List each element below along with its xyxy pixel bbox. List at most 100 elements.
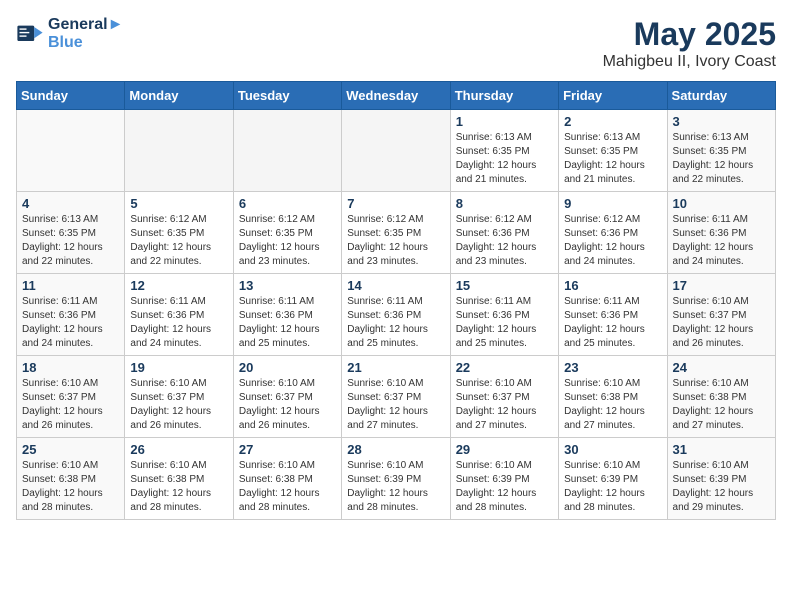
day-number: 14 [347,278,444,293]
day-number: 17 [673,278,770,293]
day-number: 3 [673,114,770,129]
day-number: 30 [564,442,661,457]
calendar-cell: 19 Sunrise: 6:10 AM Sunset: 6:37 PM Dayli… [125,356,233,438]
calendar-cell: 15Sunrise: 6:11 AM Sunset: 6:36 PM Dayli… [450,274,558,356]
weekday-header-row: SundayMondayTuesdayWednesdayThursdayFrid… [17,82,776,110]
weekday-header-thursday: Thursday [450,82,558,110]
day-number: 21 [347,360,444,375]
day-info: Sunrise: 6:10 AM Sunset: 6:39 PM Dayligh… [673,459,770,515]
calendar-cell: 2 Sunrise: 6:13 AM Sunset: 6:35 PM Daylig… [559,110,667,192]
calendar-cell: 17Sunrise: 6:10 AM Sunset: 6:37 PM Dayli… [667,274,775,356]
day-info: Sunrise: 6:12 AM Sunset: 6:36 PM Dayligh… [564,213,661,269]
day-info: Sunrise: 6:10 AM Sunset: 6:37 PM Dayligh… [347,377,444,433]
calendar-cell: 29Sunrise: 6:10 AM Sunset: 6:39 PM Dayli… [450,438,558,520]
day-number: 4 [22,196,119,211]
calendar-cell: 26 Sunrise: 6:10 AM Sunset: 6:38 PM Dayli… [125,438,233,520]
title-section: May 2025 Mahigbeu II, Ivory Coast [603,16,776,71]
day-info: Sunrise: 6:10 AM Sunset: 6:38 PM Dayligh… [130,459,227,515]
calendar-week-row: 25Sunrise: 6:10 AM Sunset: 6:38 PM Dayli… [17,438,776,520]
page-header: General► Blue May 2025 Mahigbeu II, Ivor… [16,16,776,71]
day-info: Sunrise: 6:11 AM Sunset: 6:36 PM Dayligh… [564,295,661,351]
weekday-header-wednesday: Wednesday [342,82,450,110]
day-number: 2 [564,114,661,129]
calendar-cell: 8 Sunrise: 6:12 AM Sunset: 6:36 PM Daylig… [450,192,558,274]
day-info: Sunrise: 6:10 AM Sunset: 6:38 PM Dayligh… [22,459,119,515]
weekday-header-monday: Monday [125,82,233,110]
day-number: 24 [673,360,770,375]
day-info: Sunrise: 6:12 AM Sunset: 6:35 PM Dayligh… [130,213,227,269]
calendar-cell: 31 Sunrise: 6:10 AM Sunset: 6:39 PM Dayli… [667,438,775,520]
day-number: 20 [239,360,336,375]
day-number: 28 [347,442,444,457]
calendar-cell: 22 Sunrise: 6:10 AM Sunset: 6:37 PM Dayli… [450,356,558,438]
calendar-cell [125,110,233,192]
calendar-cell: 10 Sunrise: 6:11 AM Sunset: 6:36 PM Dayli… [667,192,775,274]
day-number: 11 [22,278,119,293]
weekday-header-saturday: Saturday [667,82,775,110]
day-info: Sunrise: 6:10 AM Sunset: 6:37 PM Dayligh… [22,377,119,433]
day-info: Sunrise: 6:11 AM Sunset: 6:36 PM Dayligh… [22,295,119,351]
calendar-cell: 28 Sunrise: 6:10 AM Sunset: 6:39 PM Dayli… [342,438,450,520]
day-info: Sunrise: 6:10 AM Sunset: 6:37 PM Dayligh… [130,377,227,433]
day-number: 6 [239,196,336,211]
calendar-cell: 4 Sunrise: 6:13 AM Sunset: 6:35 PM Daylig… [17,192,125,274]
calendar-cell: 13Sunrise: 6:11 AM Sunset: 6:36 PM Dayli… [233,274,341,356]
day-info: Sunrise: 6:10 AM Sunset: 6:38 PM Dayligh… [239,459,336,515]
calendar-cell: 24Sunrise: 6:10 AM Sunset: 6:38 PM Dayli… [667,356,775,438]
calendar-cell: 3 Sunrise: 6:13 AM Sunset: 6:35 PM Daylig… [667,110,775,192]
calendar-cell: 14 Sunrise: 6:11 AM Sunset: 6:36 PM Dayli… [342,274,450,356]
calendar-cell [17,110,125,192]
calendar-cell [342,110,450,192]
day-info: Sunrise: 6:13 AM Sunset: 6:35 PM Dayligh… [22,213,119,269]
day-info: Sunrise: 6:11 AM Sunset: 6:36 PM Dayligh… [347,295,444,351]
day-number: 27 [239,442,336,457]
calendar-cell: 7 Sunrise: 6:12 AM Sunset: 6:35 PM Daylig… [342,192,450,274]
weekday-header-tuesday: Tuesday [233,82,341,110]
day-number: 31 [673,442,770,457]
day-number: 15 [456,278,553,293]
location-title: Mahigbeu II, Ivory Coast [603,53,776,71]
day-number: 13 [239,278,336,293]
calendar-week-row: 18 Sunrise: 6:10 AM Sunset: 6:37 PM Dayli… [17,356,776,438]
weekday-header-sunday: Sunday [17,82,125,110]
day-info: Sunrise: 6:10 AM Sunset: 6:39 PM Dayligh… [347,459,444,515]
day-info: Sunrise: 6:10 AM Sunset: 6:38 PM Dayligh… [564,377,661,433]
day-number: 8 [456,196,553,211]
day-number: 7 [347,196,444,211]
day-info: Sunrise: 6:10 AM Sunset: 6:37 PM Dayligh… [239,377,336,433]
calendar-cell: 18 Sunrise: 6:10 AM Sunset: 6:37 PM Dayli… [17,356,125,438]
day-number: 9 [564,196,661,211]
day-info: Sunrise: 6:13 AM Sunset: 6:35 PM Dayligh… [456,131,553,187]
day-info: Sunrise: 6:12 AM Sunset: 6:35 PM Dayligh… [239,213,336,269]
day-info: Sunrise: 6:13 AM Sunset: 6:35 PM Dayligh… [673,131,770,187]
day-info: Sunrise: 6:13 AM Sunset: 6:35 PM Dayligh… [564,131,661,187]
calendar-week-row: 1Sunrise: 6:13 AM Sunset: 6:35 PM Daylig… [17,110,776,192]
day-info: Sunrise: 6:11 AM Sunset: 6:36 PM Dayligh… [673,213,770,269]
day-info: Sunrise: 6:12 AM Sunset: 6:35 PM Dayligh… [347,213,444,269]
day-number: 26 [130,442,227,457]
day-number: 10 [673,196,770,211]
day-number: 5 [130,196,227,211]
calendar-cell: 6 Sunrise: 6:12 AM Sunset: 6:35 PM Daylig… [233,192,341,274]
day-number: 16 [564,278,661,293]
calendar-table: SundayMondayTuesdayWednesdayThursdayFrid… [16,81,776,520]
day-info: Sunrise: 6:10 AM Sunset: 6:39 PM Dayligh… [456,459,553,515]
day-number: 22 [456,360,553,375]
day-number: 18 [22,360,119,375]
day-info: Sunrise: 6:10 AM Sunset: 6:39 PM Dayligh… [564,459,661,515]
weekday-header-friday: Friday [559,82,667,110]
day-info: Sunrise: 6:12 AM Sunset: 6:36 PM Dayligh… [456,213,553,269]
day-number: 19 [130,360,227,375]
day-info: Sunrise: 6:10 AM Sunset: 6:37 PM Dayligh… [456,377,553,433]
calendar-cell: 25Sunrise: 6:10 AM Sunset: 6:38 PM Dayli… [17,438,125,520]
day-number: 12 [130,278,227,293]
calendar-week-row: 11 Sunrise: 6:11 AM Sunset: 6:36 PM Dayli… [17,274,776,356]
calendar-cell: 16 Sunrise: 6:11 AM Sunset: 6:36 PM Dayli… [559,274,667,356]
month-title: May 2025 [603,16,776,53]
calendar-cell: 21 Sunrise: 6:10 AM Sunset: 6:37 PM Dayli… [342,356,450,438]
day-info: Sunrise: 6:11 AM Sunset: 6:36 PM Dayligh… [130,295,227,351]
calendar-cell: 1Sunrise: 6:13 AM Sunset: 6:35 PM Daylig… [450,110,558,192]
calendar-cell: 20 Sunrise: 6:10 AM Sunset: 6:37 PM Dayli… [233,356,341,438]
calendar-cell: 9 Sunrise: 6:12 AM Sunset: 6:36 PM Daylig… [559,192,667,274]
calendar-cell: 23Sunrise: 6:10 AM Sunset: 6:38 PM Dayli… [559,356,667,438]
